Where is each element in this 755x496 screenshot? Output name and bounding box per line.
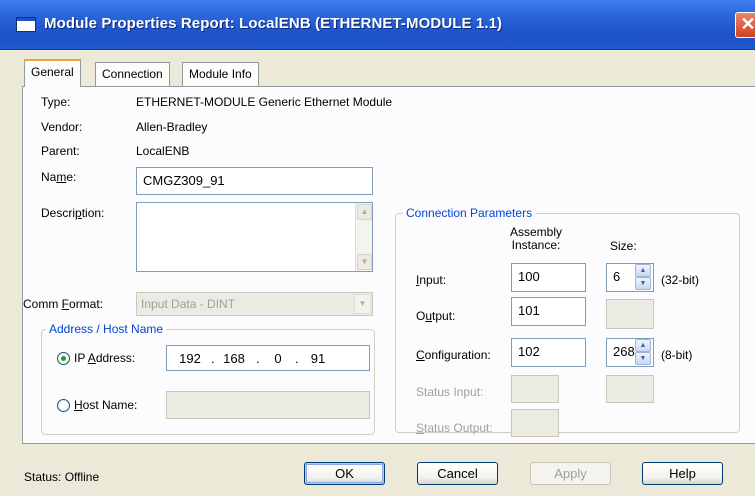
comm-format-select[interactable]: Input Data - DINT ▼ [136, 292, 373, 316]
configuration-size-spinner[interactable]: ▲ ▼ [635, 339, 651, 366]
status-input-label: Status Input: [416, 385, 484, 399]
input-size-spinner[interactable]: ▲ ▼ [635, 264, 651, 291]
input-label: Input: [416, 273, 447, 287]
parent-value: LocalENB [136, 144, 190, 158]
status-input-size-field[interactable] [606, 375, 654, 403]
ip-dot: . [256, 351, 260, 366]
status-input-instance-field[interactable] [511, 375, 559, 403]
ip-octet-3[interactable]: 0 [263, 351, 293, 366]
output-label: Output: [416, 309, 456, 323]
size-header: Size: [610, 239, 637, 253]
host-name-radio[interactable] [57, 399, 70, 412]
spin-down-icon[interactable]: ▼ [635, 277, 651, 290]
cancel-button[interactable]: Cancel [417, 462, 498, 485]
configuration-instance-field[interactable]: 102 [511, 338, 586, 367]
help-button[interactable]: Help [642, 462, 723, 485]
scroll-down-icon[interactable]: ▼ [357, 254, 372, 270]
status-output-label: Status Output: [416, 421, 493, 435]
name-label: Name: [41, 170, 77, 184]
close-button[interactable]: ✕ [735, 12, 755, 38]
ip-dot: . [295, 351, 299, 366]
type-label: Type: [41, 95, 71, 109]
vendor-label: Vendor: [41, 120, 83, 134]
output-size-field[interactable] [606, 299, 654, 329]
description-field[interactable] [136, 202, 373, 272]
title-bar: Module Properties Report: LocalENB (ETHE… [0, 0, 755, 50]
vendor-value: Allen-Bradley [136, 120, 208, 134]
ip-dot: . [211, 351, 215, 366]
spin-down-icon[interactable]: ▼ [635, 352, 651, 365]
type-value: ETHERNET-MODULE Generic Ethernet Module [136, 95, 393, 109]
ip-octet-1[interactable]: 192 [175, 351, 205, 366]
name-field[interactable]: CMGZ309_91 [136, 167, 373, 195]
tab-connection[interactable]: Connection [95, 62, 170, 86]
dialog-body: General Connection Module Info Type: ETH… [0, 50, 755, 496]
input-instance-field[interactable]: 100 [511, 263, 586, 292]
ip-octet-2[interactable]: 168 [219, 351, 249, 366]
status-text: Status: Offline [24, 470, 100, 484]
spin-up-icon[interactable]: ▲ [635, 264, 651, 277]
description-scrollbar[interactable]: ▲ ▼ [355, 203, 372, 271]
ip-address-label[interactable]: IP Address: [74, 351, 135, 365]
configuration-size-unit: (8-bit) [661, 348, 693, 362]
ip-address-radio[interactable] [57, 352, 70, 365]
comm-format-label: Comm Format: [23, 297, 104, 311]
parent-label: Parent: [41, 144, 80, 158]
input-size-unit: (32-bit) [661, 273, 700, 287]
window-title: Module Properties Report: LocalENB (ETHE… [44, 15, 503, 32]
general-tab-panel: Type: ETHERNET-MODULE Generic Ethernet M… [22, 86, 755, 444]
host-name-field[interactable] [166, 391, 370, 419]
configuration-label: Configuration: [416, 348, 491, 362]
tab-module-info[interactable]: Module Info [182, 62, 259, 86]
scroll-up-icon[interactable]: ▲ [357, 204, 372, 220]
chevron-down-icon[interactable]: ▼ [354, 294, 371, 314]
ok-button[interactable]: OK [304, 462, 385, 485]
apply-button[interactable]: Apply [530, 462, 611, 485]
status-output-instance-field[interactable] [511, 409, 559, 437]
assembly-instance-header: Assembly Instance: [510, 225, 563, 252]
window-icon [16, 17, 36, 32]
ip-octet-4[interactable]: 91 [303, 351, 333, 366]
spin-up-icon[interactable]: ▲ [635, 339, 651, 352]
ip-address-field[interactable]: 192 . 168 . 0 . 91 [166, 345, 370, 371]
output-instance-field[interactable]: 101 [511, 297, 586, 326]
tab-general[interactable]: General [24, 59, 81, 87]
host-name-label[interactable]: Host Name: [74, 398, 137, 412]
address-group-title: Address / Host Name [46, 322, 167, 336]
description-label: Description: [41, 206, 105, 220]
connection-params-title: Connection Parameters [403, 206, 536, 220]
comm-format-value: Input Data - DINT [141, 297, 236, 311]
